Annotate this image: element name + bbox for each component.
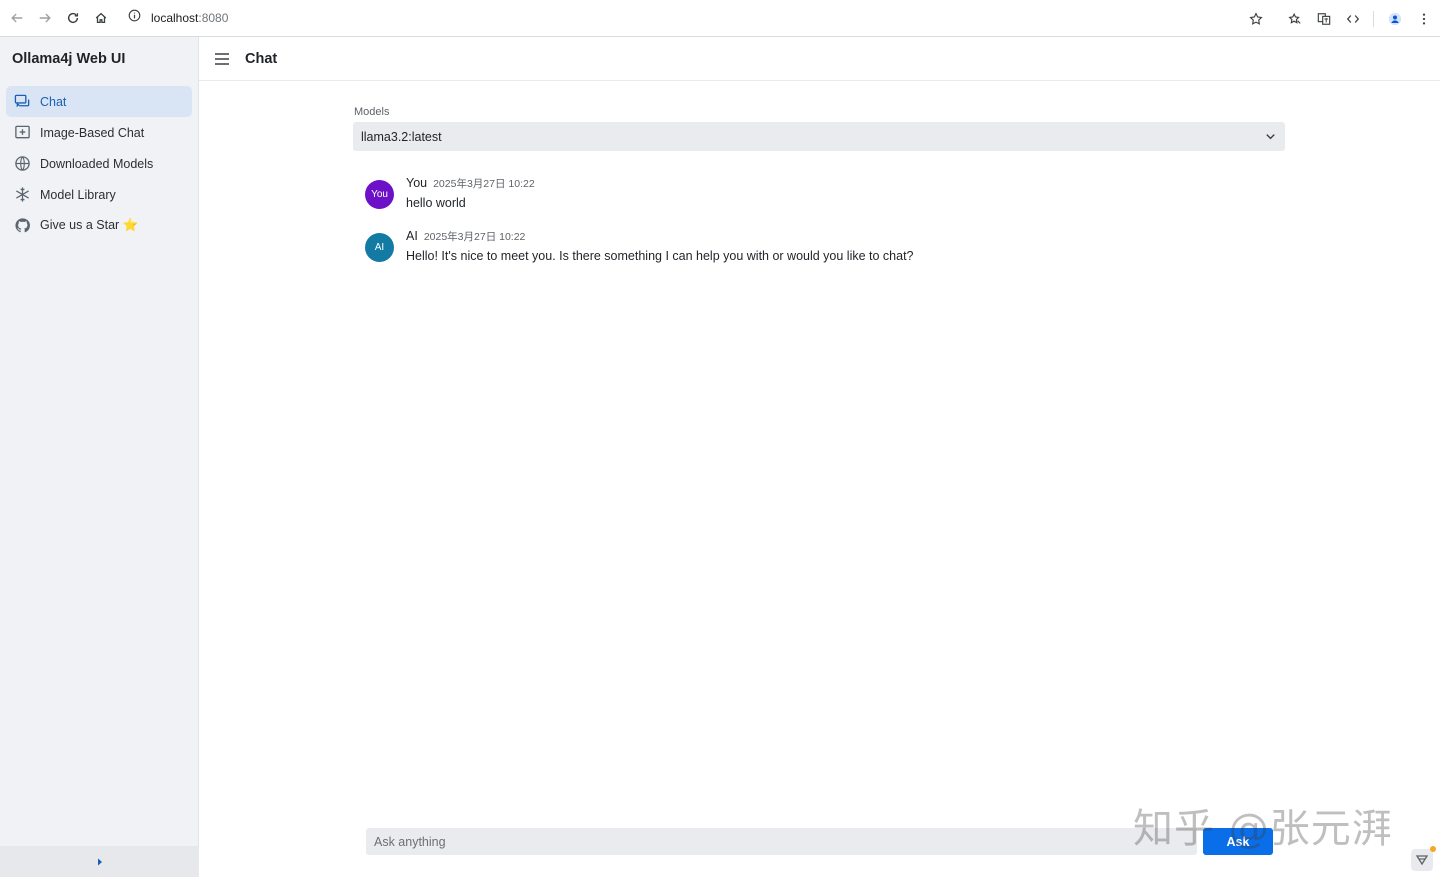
url-host: localhost xyxy=(151,11,199,25)
model-select[interactable]: llama3.2:latest xyxy=(353,122,1285,151)
message-header: AI 2025年3月27日 10:22 xyxy=(406,229,914,244)
ask-input[interactable] xyxy=(366,828,1197,855)
url-text: localhost:8080 xyxy=(151,11,228,25)
notification-dot xyxy=(1430,846,1436,852)
devtools-code-icon[interactable] xyxy=(1338,5,1367,33)
sidebar-collapse-toggle[interactable] xyxy=(0,846,199,877)
model-select-value: llama3.2:latest xyxy=(361,129,442,144)
feedback-widget-icon[interactable] xyxy=(1411,849,1433,871)
sidebar-nav: Chat Image-Based Chat Downloaded Models … xyxy=(6,86,192,241)
sidebar-item-label: Downloaded Models xyxy=(40,156,154,171)
message-text: hello world xyxy=(406,196,466,210)
chat-message-user: You You 2025年3月27日 10:22 hello world xyxy=(365,176,535,210)
translate-icon[interactable] xyxy=(1309,5,1338,33)
sidebar-item-label: Image-Based Chat xyxy=(40,125,145,140)
main-content: Chat Models llama3.2:latest You You 2025… xyxy=(199,37,1440,877)
reload-icon[interactable] xyxy=(59,4,87,32)
sidebar-item-downloaded-models[interactable]: Downloaded Models xyxy=(6,148,192,179)
avatar: AI xyxy=(365,233,394,262)
bookmarks-icon[interactable] xyxy=(1280,5,1309,33)
sidebar-item-label: Give us a Star ⭐ xyxy=(40,218,139,232)
hamburger-menu-icon[interactable] xyxy=(214,51,230,67)
message-author: You xyxy=(406,176,428,190)
back-icon[interactable] xyxy=(3,4,31,32)
chevron-down-icon xyxy=(1266,134,1275,140)
sidebar-item-chat[interactable]: Chat xyxy=(6,86,192,117)
watermark-text: 知乎 @张元湃 xyxy=(1133,806,1393,852)
sidebar-item-image-based-chat[interactable]: Image-Based Chat xyxy=(6,117,192,148)
message-timestamp: 2025年3月27日 10:22 xyxy=(423,231,526,243)
message-body: You 2025年3月27日 10:22 hello world xyxy=(406,176,535,210)
sidebar: Ollama4j Web UI Chat Image-Based Chat Do… xyxy=(0,37,199,877)
browser-menu-icon[interactable] xyxy=(1409,5,1438,33)
browser-toolbar-actions xyxy=(1241,0,1440,37)
address-bar[interactable]: localhost:8080 xyxy=(120,4,1270,32)
globe-icon xyxy=(13,155,31,173)
sidebar-item-label: Chat xyxy=(40,94,67,109)
bookmark-star-icon[interactable] xyxy=(1241,5,1270,33)
sidebar-item-model-library[interactable]: Model Library xyxy=(6,179,192,210)
image-chat-icon xyxy=(13,124,31,142)
avatar: You xyxy=(365,180,394,209)
sidebar-item-give-star[interactable]: Give us a Star ⭐ xyxy=(6,210,192,241)
page-title: Chat xyxy=(245,50,278,67)
message-body: AI 2025年3月27日 10:22 Hello! It's nice to … xyxy=(406,229,914,263)
profile-avatar-icon[interactable] xyxy=(1380,5,1409,33)
models-label: Models xyxy=(354,106,390,118)
message-author: AI xyxy=(406,229,418,243)
snowflake-icon xyxy=(13,186,31,204)
home-icon[interactable] xyxy=(87,4,115,32)
github-icon xyxy=(13,217,31,235)
app-title: Ollama4j Web UI xyxy=(12,51,126,67)
page-header: Chat xyxy=(199,37,1440,81)
message-header: You 2025年3月27日 10:22 xyxy=(406,176,535,191)
toolbar-divider xyxy=(1373,10,1374,27)
sidebar-item-label: Model Library xyxy=(40,187,116,202)
site-info-icon[interactable] xyxy=(128,9,141,27)
message-text: Hello! It's nice to meet you. Is there s… xyxy=(406,249,914,263)
message-timestamp: 2025年3月27日 10:22 xyxy=(433,178,535,190)
forward-icon[interactable] xyxy=(31,4,59,32)
caret-right-icon xyxy=(97,858,102,865)
chat-icon xyxy=(13,93,31,111)
browser-toolbar: localhost:8080 xyxy=(0,0,1440,37)
chat-message-ai: AI AI 2025年3月27日 10:22 Hello! It's nice … xyxy=(365,229,914,263)
url-port: :8080 xyxy=(198,11,229,25)
